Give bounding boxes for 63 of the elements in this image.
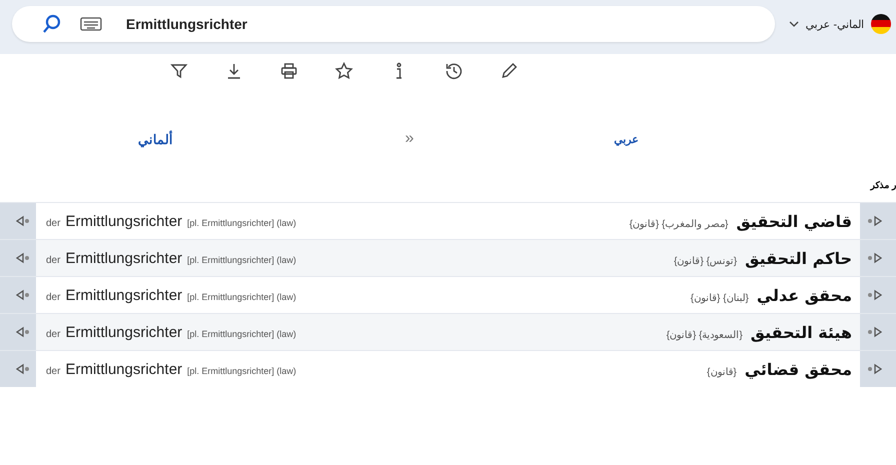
section-label: ر مذكر	[870, 180, 896, 190]
translation-link[interactable]: حاكم التحقيق	[745, 248, 852, 268]
print-icon[interactable]	[280, 62, 298, 80]
column-heading[interactable]: ألماني	[138, 132, 173, 146]
swap-button[interactable]: »	[405, 130, 414, 148]
audio-button[interactable]	[860, 240, 896, 276]
chevron-down-icon	[789, 20, 800, 28]
audio-button[interactable]	[0, 203, 36, 239]
download-icon[interactable]	[225, 62, 243, 80]
translation-link[interactable]: قاضي التحقيق	[736, 212, 852, 230]
usage-note: {لبنان} {قانون}	[690, 292, 749, 304]
speaker-icon	[16, 215, 32, 227]
audio-button[interactable]	[0, 351, 36, 387]
article-text: der	[46, 254, 60, 266]
speaker-icon	[16, 326, 32, 338]
term-link[interactable]: Ermittlungsrichter	[65, 286, 182, 304]
flag-icon	[870, 13, 892, 35]
search-icon[interactable]	[42, 14, 62, 34]
audio-button[interactable]	[0, 314, 36, 350]
audio-button[interactable]	[860, 351, 896, 387]
speaker-icon	[866, 289, 882, 301]
grammar-text: [pl. Ermittlungsrichter] (law)	[187, 292, 296, 302]
article-text: der	[46, 292, 60, 302]
term-link[interactable]: Ermittlungsrichter	[65, 250, 182, 266]
term-link[interactable]: Ermittlungsrichter	[65, 212, 182, 230]
audio-button[interactable]	[0, 277, 36, 313]
speaker-icon	[16, 289, 32, 301]
speaker-icon	[866, 252, 882, 264]
keyboard-icon[interactable]	[80, 17, 102, 31]
speaker-icon	[16, 363, 32, 375]
audio-button[interactable]	[860, 277, 896, 313]
search-input: Ermittlungsrichter	[124, 15, 760, 33]
pencil-icon[interactable]	[500, 62, 518, 80]
speaker-icon	[16, 252, 32, 264]
speaker-icon	[866, 326, 882, 338]
speaker-icon	[866, 363, 882, 375]
usage-note: {قانون}	[706, 366, 737, 378]
audio-button[interactable]	[860, 203, 896, 239]
star-icon[interactable]	[335, 62, 353, 80]
usage-note: {مصر والمغرب} {قانون}	[629, 218, 728, 230]
article-text: der	[46, 218, 60, 228]
filter-icon[interactable]	[170, 62, 188, 80]
search-field[interactable]: Ermittlungsrichter	[12, 6, 776, 42]
article-text: der	[46, 328, 60, 340]
column-heading[interactable]: عربي	[614, 132, 639, 146]
history-icon[interactable]	[445, 62, 463, 80]
translation-link[interactable]: هيئة التحقيق	[750, 322, 852, 342]
audio-button[interactable]	[0, 240, 36, 276]
translation-link[interactable]: محقق عدلي	[756, 286, 852, 304]
audio-button[interactable]	[860, 314, 896, 350]
grammar-text: [pl. Ermittlungsrichter] (law)	[187, 254, 296, 264]
language-label: الماني- عربي	[805, 18, 864, 30]
grammar-text: [pl. Ermittlungsrichter] (law)	[187, 328, 296, 338]
article-text: der	[46, 366, 60, 376]
translation-link[interactable]: محقق قضائي	[744, 360, 852, 378]
usage-note: {تونس} {قانون}	[674, 254, 738, 266]
speaker-icon	[866, 215, 882, 227]
usage-note: {السعودية} {قانون}	[666, 328, 743, 340]
term-link[interactable]: Ermittlungsrichter	[65, 324, 182, 340]
grammar-text: [pl. Ermittlungsrichter] (law)	[187, 366, 296, 376]
language-selector[interactable]: الماني- عربي	[789, 13, 892, 35]
term-link[interactable]: Ermittlungsrichter	[65, 360, 182, 378]
grammar-text: [pl. Ermittlungsrichter] (law)	[187, 218, 296, 228]
